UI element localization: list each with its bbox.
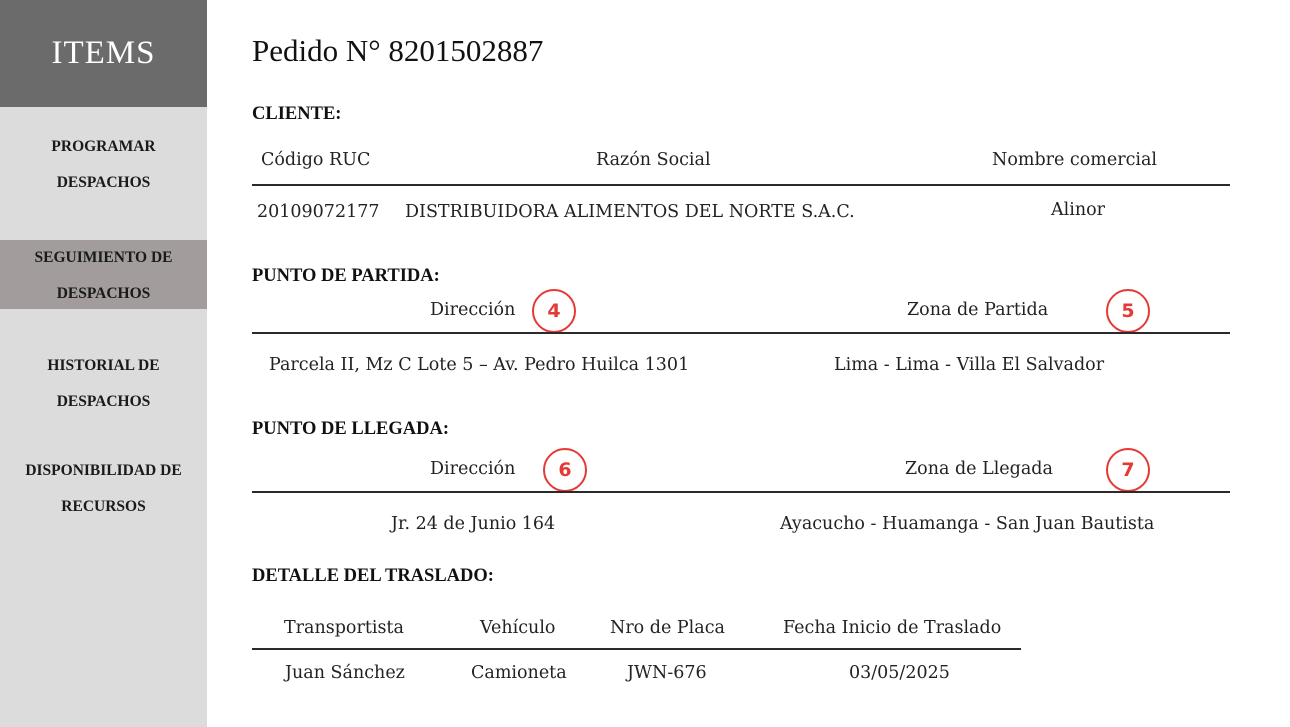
value-fecha-inicio: 03/05/2025 bbox=[849, 663, 950, 683]
nav-label: DISPONIBILIDAD DE bbox=[25, 462, 182, 479]
divider bbox=[252, 491, 1230, 493]
nav-disponibilidad-recursos[interactable]: DISPONIBILIDAD DE RECURSOS bbox=[0, 453, 207, 525]
header-codigo-ruc: Código RUC bbox=[261, 150, 371, 170]
value-partida-direccion: Parcela II, Mz C Lote 5 – Av. Pedro Huil… bbox=[269, 355, 690, 375]
value-codigo-ruc: 20109072177 bbox=[257, 202, 380, 222]
sidebar: ITEMS PROGRAMAR DESPACHOS SEGUIMIENTO DE… bbox=[0, 0, 207, 727]
value-nro-placa: JWN-676 bbox=[627, 663, 707, 683]
value-transportista: Juan Sánchez bbox=[285, 663, 405, 683]
value-nombre-comercial: Alinor bbox=[1051, 200, 1106, 220]
partida-heading: PUNTO DE PARTIDA: bbox=[252, 266, 440, 286]
annotation-badge-7: 7 bbox=[1106, 448, 1150, 492]
header-partida-direccion: Dirección bbox=[430, 300, 516, 320]
annotation-badge-4: 4 bbox=[532, 289, 576, 333]
value-llegada-direccion: Jr. 24 de Junio 164 bbox=[391, 514, 556, 534]
nav-label: RECURSOS bbox=[61, 498, 146, 515]
nav-label: DESPACHOS bbox=[56, 174, 151, 191]
divider bbox=[252, 648, 1021, 650]
annotation-badge-5: 5 bbox=[1106, 289, 1150, 333]
annotation-badge-6: 6 bbox=[543, 448, 587, 492]
header-nro-placa: Nro de Placa bbox=[610, 618, 725, 638]
nav-label: HISTORIAL DE bbox=[47, 357, 160, 374]
divider bbox=[252, 184, 1230, 186]
header-llegada-direccion: Dirección bbox=[430, 459, 516, 479]
value-vehiculo: Camioneta bbox=[471, 663, 567, 683]
page-title: Pedido N° 8201502887 bbox=[252, 33, 544, 68]
value-zona-partida: Lima - Lima - Villa El Salvador bbox=[834, 355, 1105, 375]
value-zona-llegada: Ayacucho - Huamanga - San Juan Bautista bbox=[780, 514, 1155, 534]
traslado-heading: DETALLE DEL TRASLADO: bbox=[252, 566, 494, 586]
nav-label: DESPACHOS bbox=[56, 393, 151, 410]
value-razon-social: DISTRIBUIDORA ALIMENTOS DEL NORTE S.A.C. bbox=[405, 202, 855, 222]
header-transportista: Transportista bbox=[284, 618, 404, 638]
nav-label: DESPACHOS bbox=[56, 285, 151, 302]
nav-seguimiento-despachos[interactable]: SEGUIMIENTO DE DESPACHOS bbox=[0, 240, 207, 309]
header-razon-social: Razón Social bbox=[596, 150, 711, 170]
header-vehiculo: Vehículo bbox=[480, 618, 556, 638]
nav-programar-despachos[interactable]: PROGRAMAR DESPACHOS bbox=[0, 129, 207, 201]
header-fecha-inicio: Fecha Inicio de Traslado bbox=[783, 618, 1002, 638]
nav-historial-despachos[interactable]: HISTORIAL DE DESPACHOS bbox=[0, 348, 207, 420]
cliente-heading: CLIENTE: bbox=[252, 104, 342, 124]
nav-label: PROGRAMAR bbox=[51, 138, 156, 155]
header-nombre-comercial: Nombre comercial bbox=[992, 150, 1158, 170]
header-zona-partida: Zona de Partida bbox=[907, 300, 1049, 320]
nav-label: SEGUIMIENTO DE bbox=[34, 249, 173, 266]
divider bbox=[252, 332, 1230, 334]
llegada-heading: PUNTO DE LLEGADA: bbox=[252, 419, 450, 439]
header-zona-llegada: Zona de Llegada bbox=[905, 459, 1053, 479]
sidebar-header: ITEMS bbox=[0, 0, 207, 107]
